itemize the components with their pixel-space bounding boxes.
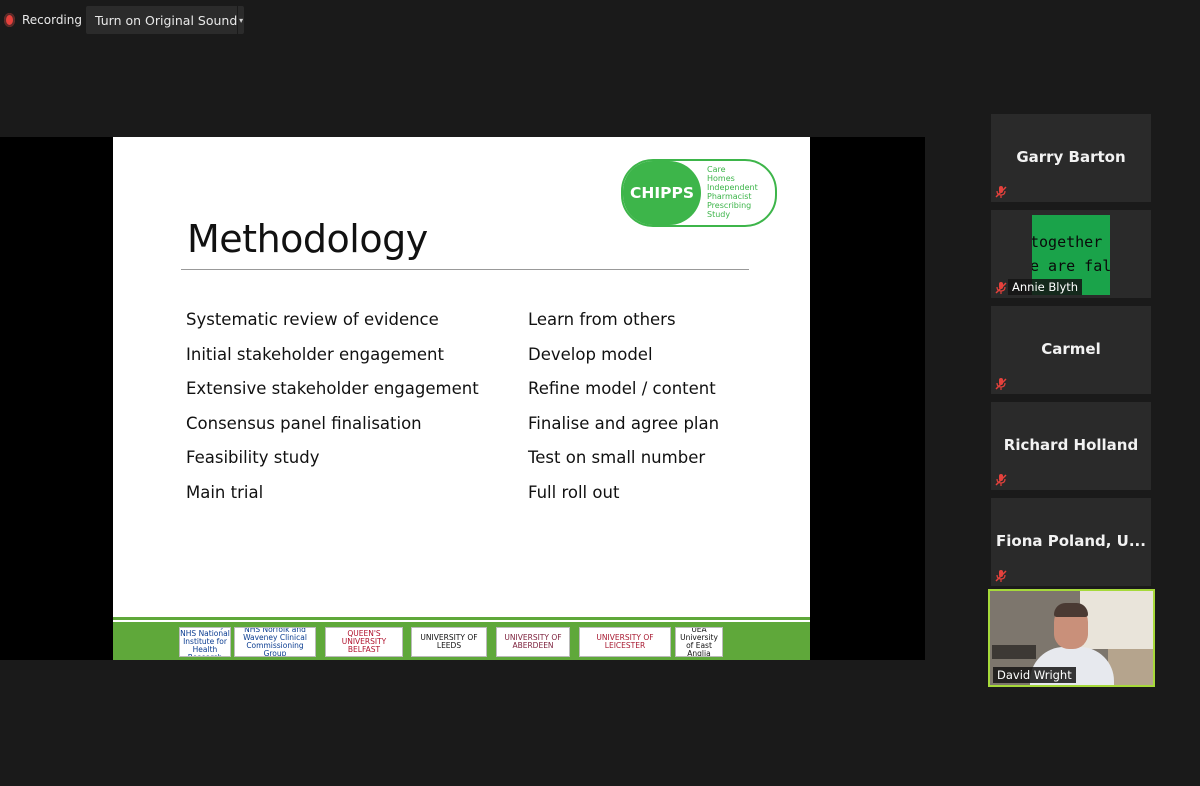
logo-line: Prescribing <box>707 201 752 210</box>
mic-muted-icon <box>994 185 1008 199</box>
logo-line: Care <box>707 165 726 174</box>
slide-title: Methodology <box>187 217 428 261</box>
title-divider <box>181 269 749 270</box>
mic-muted-icon <box>994 569 1008 583</box>
participant-name: Annie Blyth <box>1008 279 1083 295</box>
list-item: Main trial <box>186 482 264 502</box>
thumbnail-text: together <box>1032 233 1103 251</box>
list-item: Refine model / content <box>528 379 716 398</box>
video-wall <box>1080 591 1153 649</box>
record-icon <box>4 13 15 27</box>
participant-tile[interactable]: Fiona Poland, U... <box>991 498 1151 586</box>
participant-name: Fiona Poland, U... <box>996 532 1146 550</box>
list-item: Consensus panel finalisation <box>186 413 422 433</box>
aberdeen-logo: UNIVERSITY OF ABERDEEN <box>496 627 570 657</box>
recording-indicator[interactable]: Recording <box>0 6 82 34</box>
queens-belfast-logo: QUEEN'S UNIVERSITY BELFAST <box>325 627 403 657</box>
presentation-slide: CHIPPS Care Homes Independent Pharmacist… <box>113 137 810 660</box>
nihr-logo: Funded by NHS National Institute for Hea… <box>179 627 231 657</box>
shared-screen: CHIPPS Care Homes Independent Pharmacist… <box>0 137 925 660</box>
left-column: Systematic review of evidence Initial st… <box>186 307 479 514</box>
uea-logo: UEA University of East Anglia <box>675 627 723 657</box>
list-item: Finalise and agree plan <box>528 413 720 433</box>
recording-label: Recording <box>21 13 82 27</box>
chevron-down-icon[interactable]: ▾ <box>237 6 244 34</box>
list-item: Feasibility study <box>186 448 320 467</box>
right-column: Learn from others Develop model Refine m… <box>528 307 719 514</box>
participant-name: Richard Holland <box>1003 436 1139 454</box>
participant-tile[interactable]: together e are fal Annie Blyth <box>991 210 1151 298</box>
speaker-hair <box>1054 603 1088 617</box>
participant-tile[interactable]: Garry Barton <box>991 114 1151 202</box>
chipps-logo-lines: Care Homes Independent Pharmacist Prescr… <box>701 161 758 225</box>
nhs-norfolk-logo: NHS Norfolk and Waveney Clinical Commiss… <box>234 627 316 657</box>
chipps-logo: CHIPPS Care Homes Independent Pharmacist… <box>621 159 777 227</box>
original-sound-button[interactable]: Turn on Original Sound <box>86 13 237 28</box>
participant-tile[interactable]: Carmel <box>991 306 1151 394</box>
list-item: Systematic review of evidence <box>186 310 439 329</box>
participant-name: David Wright <box>993 667 1076 683</box>
logo-line: Independent <box>707 183 758 192</box>
logo-line: Pharmacist <box>707 192 752 201</box>
original-sound-control: Turn on Original Sound ▾ <box>86 6 244 34</box>
thumbnail-text: e are fal <box>1032 257 1110 275</box>
logo-line: Homes <box>707 174 735 183</box>
video-cabinet <box>1108 649 1153 685</box>
participant-name: Garry Barton <box>1016 148 1126 166</box>
list-item: Develop model <box>528 344 653 364</box>
mic-muted-icon <box>994 377 1008 391</box>
list-item: Initial stakeholder engagement <box>186 344 444 364</box>
list-item: Full roll out <box>528 482 620 502</box>
footer-stripe <box>113 617 810 620</box>
participant-tile[interactable]: Richard Holland <box>991 402 1151 490</box>
logo-line: Study <box>707 210 731 219</box>
leicester-logo: UNIVERSITY OF LEICESTER <box>579 627 671 657</box>
list-item: Learn from others <box>528 310 676 329</box>
mic-muted-icon <box>994 473 1008 487</box>
slide-footer: Funded by NHS National Institute for Hea… <box>113 617 810 660</box>
video-shelf <box>992 645 1036 659</box>
list-item: Test on small number <box>528 448 706 467</box>
active-speaker-video[interactable]: David Wright <box>988 589 1155 687</box>
mic-muted-icon <box>994 281 1008 295</box>
leeds-logo: UNIVERSITY OF LEEDS <box>411 627 487 657</box>
chipps-logo-abbrev: CHIPPS <box>623 161 701 225</box>
list-item: Extensive stakeholder engagement <box>186 379 479 398</box>
participant-name: Carmel <box>1041 340 1101 358</box>
